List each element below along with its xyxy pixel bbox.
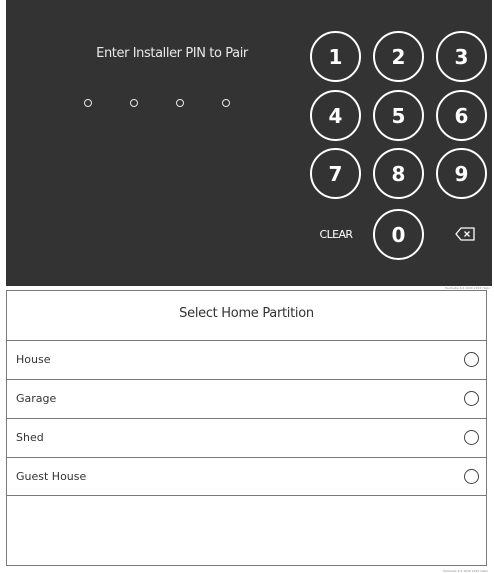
pin-indicator-2 (130, 99, 138, 107)
partition-option-house[interactable]: House (7, 340, 486, 379)
build-caption: PeriSuite 4.0 1030 2015 Hello (443, 569, 488, 573)
key-9[interactable]: 9 (436, 148, 487, 199)
partition-option-guest-house[interactable]: Guest House (7, 457, 486, 496)
radio-button[interactable] (464, 352, 479, 367)
partition-dialog: Select Home Partition House Garage Shed … (6, 290, 487, 566)
key-6[interactable]: 6 (436, 90, 487, 141)
key-3[interactable]: 3 (436, 31, 487, 82)
backspace-icon[interactable] (454, 226, 476, 242)
option-label: Shed (16, 431, 44, 444)
pin-indicator-4 (222, 99, 230, 107)
option-label: House (16, 353, 51, 366)
key-1[interactable]: 1 (310, 31, 361, 82)
pin-indicator-1 (84, 99, 92, 107)
radio-button[interactable] (464, 469, 479, 484)
partition-option-shed[interactable]: Shed (7, 418, 486, 457)
key-2[interactable]: 2 (373, 31, 424, 82)
key-5[interactable]: 5 (373, 90, 424, 141)
partition-option-garage[interactable]: Garage (7, 379, 486, 418)
pin-prompt: Enter Installer PIN to Pair (96, 46, 248, 61)
radio-button[interactable] (464, 430, 479, 445)
key-8[interactable]: 8 (373, 148, 424, 199)
option-label: Guest House (16, 470, 87, 483)
dialog-title: Select Home Partition (179, 305, 314, 321)
key-4[interactable]: 4 (310, 90, 361, 141)
key-0[interactable]: 0 (373, 209, 424, 260)
pin-indicator-3 (176, 99, 184, 107)
radio-button[interactable] (464, 391, 479, 406)
option-label: Garage (16, 392, 57, 405)
pin-pad-panel: Enter Installer PIN to Pair 1 2 3 4 5 6 … (6, 0, 492, 290)
clear-button[interactable]: CLEAR (314, 228, 358, 241)
key-7[interactable]: 7 (310, 148, 361, 199)
